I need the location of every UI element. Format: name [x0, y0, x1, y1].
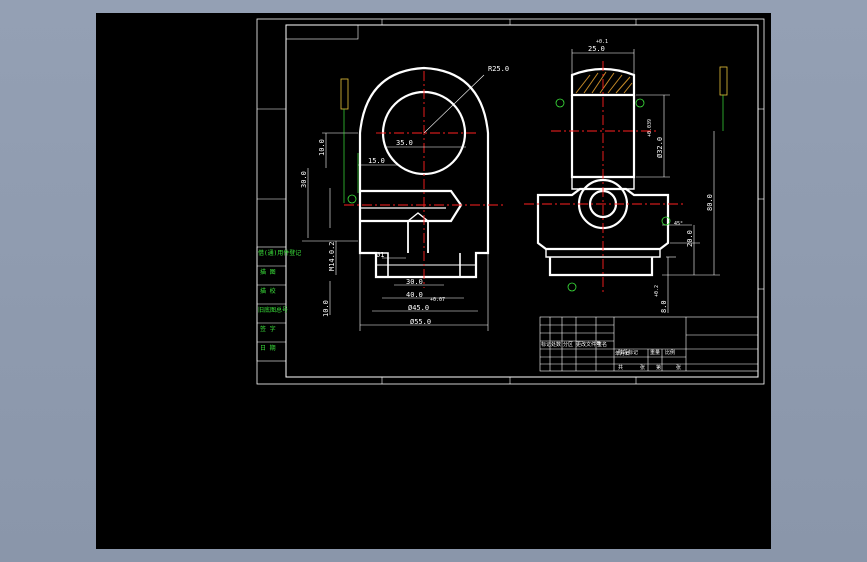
dim-tolerance-32: +0.039 — [647, 119, 653, 137]
table-row-6: 日 期 — [260, 344, 276, 352]
dim-45: Ø45.0 — [408, 304, 429, 312]
tb-label-mark: 标记 — [541, 341, 551, 348]
corner-tag-box — [285, 24, 359, 40]
annotation-bubble-top — [555, 98, 565, 108]
dim-thread: M14.0.2 — [328, 241, 336, 271]
left-table-labels: 借(通)用件登记 描 图 描 校 旧底图总号 签 字 日 期 — [258, 249, 301, 352]
left-registration-table — [256, 246, 287, 362]
inner-drawing-frame — [285, 24, 759, 378]
tb-label-count: 处数 — [551, 341, 561, 348]
dim-80: 80.0 — [706, 194, 714, 211]
dim-tolerance-top: +0.1 — [596, 39, 608, 45]
tb-weight: 重量 — [650, 349, 660, 356]
outer-sheet-border — [256, 18, 765, 385]
left-view — [358, 66, 490, 279]
cad-drawing-viewport[interactable]: R25.0 35.0 15.0 10.0 30.0 Ø1 M14.0.2 30.… — [96, 13, 771, 549]
dim-10-left: 10.0 — [322, 300, 330, 317]
datum-tag-left — [340, 78, 349, 110]
table-row-5: 签 字 — [260, 325, 276, 333]
tb-scale: 比例 — [665, 349, 675, 356]
dim-30: 30.0 — [300, 171, 308, 188]
table-row-4: 旧底图总号 — [258, 306, 288, 314]
dim-55: Ø55.0 — [410, 318, 431, 326]
dim-8: 8.0 — [660, 300, 668, 313]
left-dim-labels: R25.0 35.0 15.0 10.0 30.0 Ø1 M14.0.2 30.… — [300, 65, 509, 326]
dim-35: 35.0 — [396, 139, 413, 147]
table-row-2: 描 图 — [260, 268, 276, 276]
datum-tag-right — [719, 66, 728, 96]
dim-angle: 45° — [674, 221, 683, 227]
dim-dia-small: Ø1 — [376, 251, 384, 259]
dim-20: 20.0 — [686, 230, 694, 247]
tb-total: 共 — [618, 364, 623, 371]
dim-tolerance-8: +0.2 — [654, 285, 660, 297]
dim-tolerance: +0.07 — [430, 297, 445, 303]
dim-25-top: 25.0 — [588, 45, 605, 53]
side-pin — [360, 189, 463, 223]
dim-10: 10.0 — [318, 139, 326, 156]
dim-dia-32: Ø32.0 — [656, 137, 664, 158]
sheet-zone-ticks — [257, 19, 764, 384]
tb-sheets: 张 — [640, 364, 645, 371]
base-outline — [548, 257, 654, 277]
tb-no: 第 — [656, 364, 661, 371]
dim-40: 40.0 — [406, 291, 423, 299]
dim-30-bottom: 30.0 — [406, 278, 423, 286]
left-annotations — [340, 78, 359, 204]
table-row-1: 借(通)用件登记 — [258, 249, 301, 257]
annotation-bubble-bottom — [567, 282, 577, 292]
body-outline — [358, 66, 490, 279]
tb-label-sign: 签名 — [597, 341, 607, 348]
tb-sheet: 张 — [676, 364, 681, 371]
annotation-bubble-right — [635, 98, 645, 108]
dim-R25: R25.0 — [488, 65, 509, 73]
engineering-drawing: R25.0 35.0 15.0 10.0 30.0 Ø1 M14.0.2 30.… — [256, 18, 765, 385]
tb-label-zone: 分区 — [563, 341, 573, 348]
tb-stage: 阶段标记 — [618, 349, 638, 356]
annotation-bubble-left — [347, 194, 357, 204]
dim-15: 15.0 — [368, 157, 385, 165]
cap-hatch — [575, 71, 633, 94]
table-row-3: 描 校 — [260, 287, 276, 295]
